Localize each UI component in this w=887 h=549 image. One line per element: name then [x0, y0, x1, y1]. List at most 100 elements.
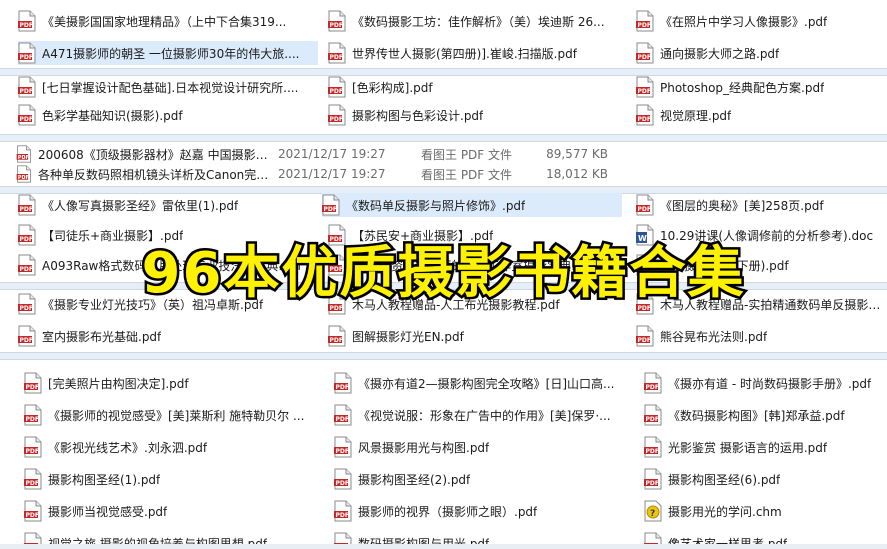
- svg-text:PDF: PDF: [26, 480, 39, 487]
- file-item[interactable]: PDF [色彩构成].pdf: [328, 75, 618, 99]
- svg-text:PDF: PDF: [638, 22, 651, 29]
- file-item[interactable]: ? 摄影用光的学问.chm: [644, 499, 886, 523]
- svg-text:PDF: PDF: [646, 480, 659, 487]
- file-date: 2021/12/17 19:27: [278, 167, 386, 181]
- file-name: 《视觉说服：形象在广告中的作用》[美]保罗·...: [358, 408, 611, 423]
- file-item[interactable]: PDF 《图层的奥秘》[美]258页.pdf: [636, 193, 886, 217]
- file-item[interactable]: PDF 《在照片中学习人像摄影》.pdf: [636, 9, 886, 33]
- file-name: 《数码摄影工坊：佳作解析》（美）埃迪斯 26...: [352, 14, 605, 29]
- file-name: 视觉原理.pdf: [660, 108, 732, 123]
- file-item[interactable]: PDF 熊谷晃布光法则.pdf: [636, 324, 886, 348]
- pdf-file-icon: PDF: [636, 76, 654, 98]
- file-item[interactable]: PDF 摄影师当视觉感受.pdf: [24, 499, 314, 523]
- file-item[interactable]: PDF 世界传世人摄影(第四册)].崔峻.扫描版.pdf: [328, 41, 618, 65]
- file-type: 看图王 PDF 文件: [421, 147, 513, 162]
- file-name: 摄影用光的学问.chm: [668, 504, 782, 519]
- file-item[interactable]: PDF 《视觉说服：形象在广告中的作用》[美]保罗·...: [334, 403, 624, 427]
- file-name: 图解摄影灯光EN.pdf: [352, 329, 464, 344]
- file-item[interactable]: PDF 视觉原理.pdf: [636, 103, 886, 127]
- svg-text:PDF: PDF: [20, 116, 33, 123]
- file-item[interactable]: PDF 《美摄影国国家地理精品》（上中下合集319...: [18, 9, 308, 33]
- file-name: 《数码单反摄影与照片修饰》.pdf: [346, 198, 526, 213]
- file-name: 《摄影师的视觉感受》[美]莱斯利 施特勒贝尔 ...: [48, 408, 305, 423]
- bottom-strip: [0, 544, 887, 549]
- file-panel-1: PDF 《美摄影国国家地理精品》（上中下合集319... PDF 《数码摄影工坊…: [0, 0, 887, 68]
- pdf-file-icon: PDF: [328, 42, 346, 64]
- pdf-file-icon: PDF: [24, 500, 42, 522]
- file-name: 《数码摄影构图》[韩]郑承益.pdf: [668, 408, 845, 423]
- svg-text:PDF: PDF: [646, 416, 659, 423]
- file-name: A471摄影师的朝圣 一位摄影师30年的伟大旅....: [42, 46, 300, 61]
- file-item[interactable]: PDF 通向摄影大师之路.pdf: [636, 41, 886, 65]
- file-item[interactable]: PDF 图解摄影灯光EN.pdf: [328, 324, 618, 348]
- svg-text:PDF: PDF: [638, 116, 651, 123]
- pdf-file-icon: PDF: [334, 372, 352, 394]
- pdf-file-icon: PDF: [644, 372, 662, 394]
- file-item[interactable]: PDF 数码摄影构图与用光.pdf: [334, 531, 624, 544]
- file-name: 《人像写真摄影圣经》雷依里(1).pdf: [42, 198, 239, 213]
- svg-text:PDF: PDF: [20, 206, 33, 213]
- file-item[interactable]: PDF 《影视光线艺术》.刘永泗.pdf: [24, 435, 314, 459]
- svg-text:PDF: PDF: [646, 384, 659, 391]
- file-item[interactable]: PDF 《数码摄影工坊：佳作解析》（美）埃迪斯 26...: [328, 9, 618, 33]
- file-name: 通向摄影大师之路.pdf: [660, 46, 780, 61]
- file-item[interactable]: PDF 摄影构图圣经(1).pdf: [24, 467, 314, 491]
- svg-text:PDF: PDF: [26, 512, 39, 519]
- file-name: [色彩构成].pdf: [352, 80, 433, 95]
- file-item-selected[interactable]: PDF A471摄影师的朝圣 一位摄影师30年的伟大旅....: [18, 41, 318, 65]
- file-item[interactable]: PDF 风景摄影用光与构图.pdf: [334, 435, 624, 459]
- file-name: 200608《顶级摄影器材》赵嘉 中国摄影....: [38, 147, 270, 162]
- pdf-file-icon: PDF: [16, 165, 32, 183]
- svg-text:PDF: PDF: [330, 54, 343, 61]
- file-item[interactable]: PDF 室内摄影布光基础.pdf: [18, 324, 308, 348]
- pdf-file-icon: PDF: [24, 372, 42, 394]
- svg-text:PDF: PDF: [330, 22, 343, 29]
- file-item[interactable]: PDF 《摄亦有道2—摄影构图完全攻略》[日]山口高...: [334, 371, 624, 395]
- file-item[interactable]: PDF 光影鉴赏 摄影语言的运用.pdf: [644, 435, 886, 459]
- pdf-file-icon: PDF: [644, 532, 662, 544]
- file-panel-2: PDF [七日掌握设计配色基础].日本视觉设计研究所.... PDF [色彩构成…: [0, 74, 887, 134]
- file-item[interactable]: PDF 摄影构图圣经(2).pdf: [334, 467, 624, 491]
- pdf-file-icon: PDF: [18, 325, 36, 347]
- pdf-file-icon: PDF: [18, 104, 36, 126]
- file-panel-details: PDF 200608《顶级摄影器材》赵嘉 中国摄影.... 2021/12/17…: [0, 140, 887, 186]
- pdf-file-icon: PDF: [24, 436, 42, 458]
- file-item[interactable]: PDF [七日掌握设计配色基础].日本视觉设计研究所....: [18, 75, 308, 99]
- file-name: 《摄亦有道2—摄影构图完全攻略》[日]山口高...: [358, 376, 615, 391]
- svg-text:PDF: PDF: [330, 116, 343, 123]
- banner-title: 96本优质摄影书籍合集: [139, 238, 746, 308]
- file-item[interactable]: PDF 摄影师的视界（摄影师之眼）.pdf: [334, 499, 624, 523]
- file-name: 摄影构图圣经(1).pdf: [48, 472, 161, 487]
- pdf-file-icon: PDF: [636, 325, 654, 347]
- file-name: 视觉之旅 摄影的视角培养与构图思想.pdf: [48, 536, 268, 545]
- file-item[interactable]: PDF 《数码摄影构图》[韩]郑承益.pdf: [644, 403, 886, 427]
- file-item-selected[interactable]: PDF 《数码单反摄影与照片修饰》.pdf: [322, 193, 622, 217]
- file-item[interactable]: PDF 《摄影师的视觉感受》[美]莱斯利 施特勒贝尔 ...: [24, 403, 314, 427]
- file-item[interactable]: PDF 视觉之旅 摄影的视角培养与构图思想.pdf: [24, 531, 314, 544]
- file-item[interactable]: PDF 摄影构图与色彩设计.pdf: [328, 103, 618, 127]
- pdf-file-icon: PDF: [636, 42, 654, 64]
- svg-text:PDF: PDF: [336, 480, 349, 487]
- svg-text:PDF: PDF: [18, 155, 29, 161]
- file-name: [完美照片由构图决定].pdf: [48, 376, 189, 391]
- svg-text:PDF: PDF: [638, 88, 651, 95]
- svg-text:PDF: PDF: [336, 448, 349, 455]
- pdf-file-icon: PDF: [322, 194, 340, 216]
- file-item[interactable]: PDF 《摄亦有道 - 时尚数码摄影手册》.pdf: [644, 371, 886, 395]
- file-item[interactable]: PDF 摄影构图圣经(6).pdf: [644, 467, 886, 491]
- file-item[interactable]: PDF [完美照片由构图决定].pdf: [24, 371, 314, 395]
- pdf-file-icon: PDF: [636, 10, 654, 32]
- file-item[interactable]: PDF 像艺术家一样思考.pdf: [644, 531, 886, 544]
- file-item[interactable]: PDF 《人像写真摄影圣经》雷依里(1).pdf: [18, 193, 308, 217]
- file-name: 色彩学基础知识(摄影).pdf: [42, 108, 183, 123]
- file-name: Photoshop_经典配色方案.pdf: [660, 80, 825, 95]
- file-item[interactable]: PDF 色彩学基础知识(摄影).pdf: [18, 103, 308, 127]
- pdf-file-icon: PDF: [636, 194, 654, 216]
- svg-text:PDF: PDF: [638, 206, 651, 213]
- file-item[interactable]: PDF Photoshop_经典配色方案.pdf: [636, 75, 886, 99]
- svg-text:PDF: PDF: [20, 54, 33, 61]
- file-row[interactable]: PDF 200608《顶级摄影器材》赵嘉 中国摄影.... 2021/12/17…: [16, 144, 886, 164]
- file-row[interactable]: PDF 各种单反数码照相机镜头详析及Canon完.... 2021/12/17 …: [16, 164, 886, 184]
- pdf-file-icon: PDF: [18, 42, 36, 64]
- file-name: 《在照片中学习人像摄影》.pdf: [660, 14, 828, 29]
